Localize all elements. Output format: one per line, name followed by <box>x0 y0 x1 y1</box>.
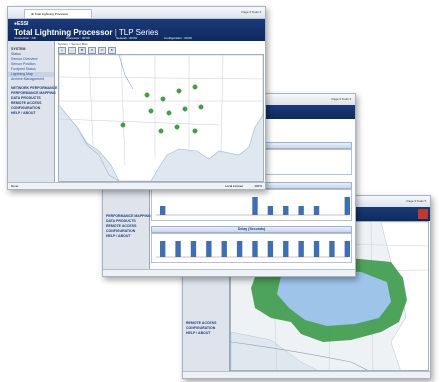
company-logo: ●ESSI <box>14 21 29 27</box>
browser-tools[interactable]: Page ▾ Tools ▾ <box>242 9 261 16</box>
bar <box>160 241 166 257</box>
refresh-icon[interactable]: ↻ <box>108 47 116 54</box>
security-zone: Local intranet <box>224 184 243 188</box>
sidebar-section[interactable]: HELP / ABOUT <box>103 234 149 239</box>
sensor-map[interactable] <box>58 54 264 182</box>
browser-tools[interactable]: Page ▾ Tools ▾ <box>332 96 351 103</box>
chart-plot <box>151 189 352 221</box>
sidebar: SYSTEM Status Sensor Overview Sensor Posit… <box>8 41 57 182</box>
bar-chart-svg <box>156 197 350 216</box>
status-configuration: Configuration : 00:00 <box>164 36 192 40</box>
zoom-level[interactable]: 100% <box>254 183 262 189</box>
browser-status: Done <box>11 184 19 188</box>
status-bar: Done Local intranet 100% <box>8 182 265 189</box>
bar <box>267 241 274 257</box>
pan-icon[interactable]: ✥ <box>78 47 86 54</box>
bar <box>313 241 320 257</box>
bar <box>283 206 289 215</box>
app-header: ●ESSI Total Lightning Processor | TLP Se… <box>8 19 265 41</box>
bar <box>298 241 304 257</box>
map-toolbar: + − ✥ ≡ ▭ ↻ <box>58 47 116 54</box>
status-bar <box>183 371 430 378</box>
bar <box>206 241 212 257</box>
bar-chart-svg <box>156 241 350 258</box>
bar <box>175 241 181 257</box>
bar <box>283 241 289 257</box>
bar <box>298 206 304 215</box>
browser-tools[interactable]: Page ▾ Tools ▾ <box>407 198 426 205</box>
bar <box>252 197 258 215</box>
sidebar-section[interactable]: HELP / ABOUT <box>183 331 229 336</box>
bar <box>313 206 320 215</box>
browser-tab[interactable]: IE Total Lightning Processor <box>24 9 92 19</box>
bar <box>160 206 166 215</box>
status-bar <box>103 269 355 276</box>
zoom-out-icon[interactable]: − <box>68 47 76 54</box>
header-accent <box>418 209 428 219</box>
status-processor: Processor : 00:00 <box>66 36 90 40</box>
layers-icon[interactable]: ≡ <box>88 47 96 54</box>
bar <box>190 241 197 257</box>
zoom-in-icon[interactable]: + <box>58 47 66 54</box>
chart-plot <box>151 233 352 263</box>
breadcrumb: System > Sensor Map <box>58 42 88 46</box>
browser-toolbar: IE Total Lightning Processor Page ▾ Tool… <box>8 7 265 19</box>
status-connection: Connection : OK <box>14 36 37 40</box>
sensor-map-svg <box>59 55 263 181</box>
sensor-map-window: IE Total Lightning Processor Page ▾ Tool… <box>7 6 266 190</box>
chart-title: Delay (Seconds) <box>151 226 352 233</box>
bar <box>236 241 243 257</box>
status-network: Network : 00:00 <box>116 36 138 40</box>
sidebar-section[interactable]: HELP / ABOUT <box>8 111 54 116</box>
bar <box>252 241 258 257</box>
bar <box>329 241 335 257</box>
bar <box>267 206 274 215</box>
bar <box>344 241 350 257</box>
bar <box>221 241 227 257</box>
print-icon[interactable]: ▭ <box>98 47 106 54</box>
bar <box>344 197 350 215</box>
